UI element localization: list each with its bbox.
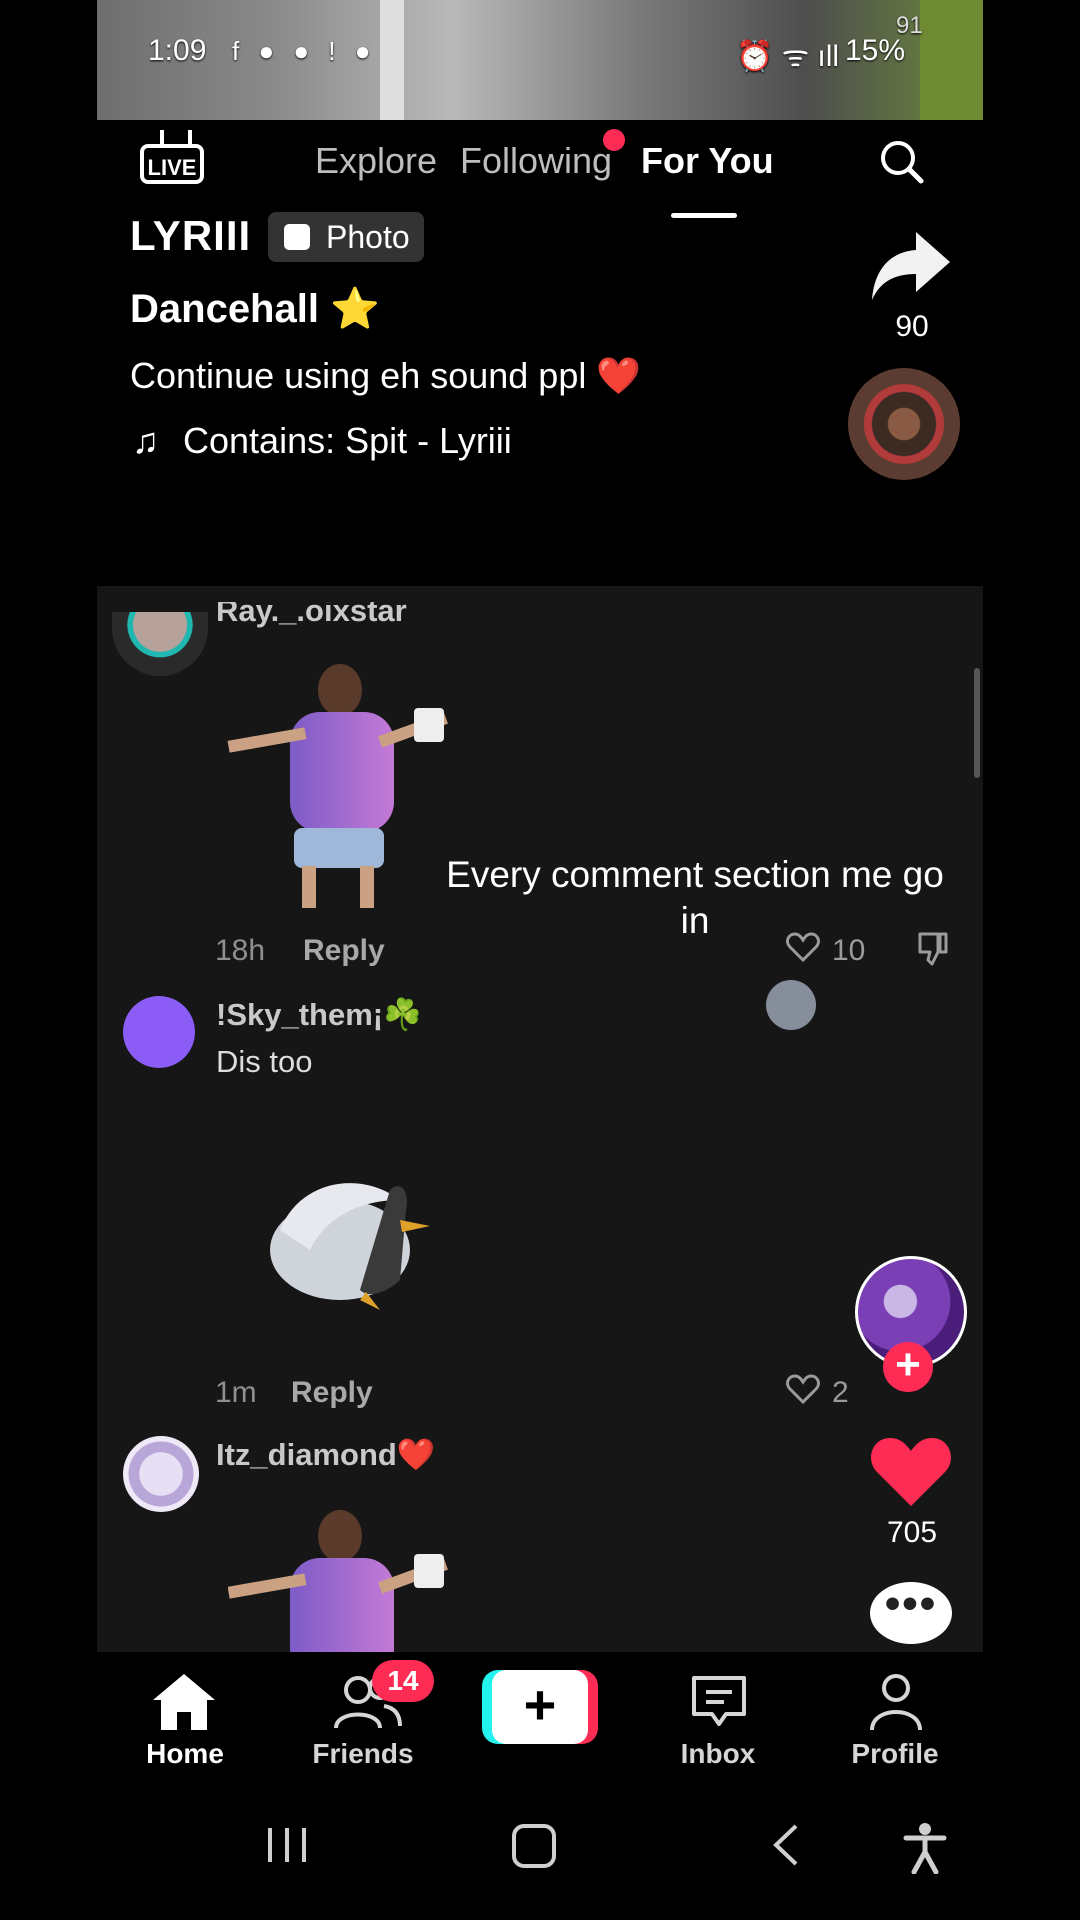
share-count: 90 bbox=[895, 310, 929, 343]
post-title: Dancehall ⭐ bbox=[130, 287, 380, 331]
grass-edge bbox=[920, 0, 983, 120]
nav-profile-label[interactable]: Profile bbox=[825, 1738, 965, 1770]
back-icon[interactable] bbox=[766, 1822, 806, 1868]
seagull-sticker bbox=[270, 1183, 430, 1310]
search-icon[interactable] bbox=[878, 138, 924, 184]
comment-time: 18h bbox=[215, 934, 266, 967]
nav-inbox-label[interactable]: Inbox bbox=[648, 1738, 788, 1770]
comment-username[interactable]: Ray._.oixstar bbox=[216, 602, 407, 632]
reply-button[interactable]: Reply bbox=[291, 1376, 373, 1410]
photo-badge-label: Photo bbox=[326, 219, 410, 255]
tab-for-you[interactable]: For You bbox=[641, 140, 774, 182]
photo-badge: Photo bbox=[268, 212, 424, 262]
plus-icon: + bbox=[492, 1670, 588, 1744]
music-info[interactable]: ♫ Contains: Spit - Lyriii bbox=[132, 420, 512, 462]
recent-apps-icon[interactable] bbox=[262, 1822, 312, 1868]
road-marking bbox=[380, 0, 404, 120]
following-notification-dot bbox=[603, 129, 625, 151]
comment-avatar[interactable] bbox=[123, 1436, 199, 1512]
profile-icon[interactable] bbox=[868, 1672, 924, 1732]
battery-level: 15% bbox=[845, 34, 906, 67]
tab-following[interactable]: Following bbox=[460, 140, 612, 182]
touch-indicator bbox=[766, 980, 816, 1030]
like-count: 705 bbox=[886, 1516, 938, 1549]
music-title: Contains: Spit - Lyriii bbox=[183, 420, 512, 461]
follow-button[interactable]: + bbox=[883, 1342, 933, 1392]
comment-time: 1m bbox=[215, 1376, 257, 1409]
nav-friends-label[interactable]: Friends bbox=[293, 1738, 433, 1770]
dislike-icon[interactable] bbox=[916, 930, 950, 966]
create-button[interactable]: + bbox=[482, 1670, 598, 1744]
post-caption: Continue using eh sound ppl ❤️ bbox=[130, 355, 642, 396]
dancing-man-sticker bbox=[228, 1510, 458, 1652]
overlay-caption: Every comment section me go in bbox=[446, 854, 944, 941]
status-time: 1:09 bbox=[148, 34, 207, 67]
comment-avatar[interactable] bbox=[123, 996, 195, 1068]
accessibility-icon[interactable] bbox=[902, 1822, 948, 1874]
live-button[interactable]: LIVE bbox=[140, 130, 208, 186]
home-icon[interactable] bbox=[151, 1672, 217, 1732]
photo-icon bbox=[284, 224, 310, 250]
comment-text: Dis too bbox=[216, 1044, 313, 1079]
reply-button[interactable]: Reply bbox=[303, 934, 385, 968]
live-label: LIVE bbox=[140, 144, 204, 184]
comments-icon[interactable]: ••• bbox=[870, 1582, 952, 1644]
comment-username[interactable]: Itz_diamond❤️ bbox=[216, 1436, 435, 1473]
friends-badge: 14 bbox=[372, 1660, 434, 1702]
post-author[interactable]: LYRIII bbox=[130, 212, 251, 260]
tab-explore[interactable]: Explore bbox=[315, 140, 437, 182]
dancing-man-sticker bbox=[227, 664, 458, 914]
home-system-icon[interactable] bbox=[510, 1822, 558, 1870]
inbox-icon[interactable] bbox=[690, 1674, 748, 1730]
scrollbar-thumb[interactable] bbox=[974, 668, 980, 778]
music-note-icon: ♫ bbox=[132, 420, 159, 461]
heart-outline-icon[interactable] bbox=[786, 932, 820, 962]
comment-like-count: 2 bbox=[832, 1376, 849, 1409]
heart-outline-icon[interactable] bbox=[786, 1374, 820, 1404]
nav-home-label[interactable]: Home bbox=[115, 1738, 255, 1770]
sound-disc-avatar[interactable] bbox=[848, 368, 960, 480]
like-heart-icon[interactable] bbox=[868, 1434, 954, 1510]
comment-like-count: 10 bbox=[832, 934, 866, 967]
signal-icons: ⏰ ᯤ ıll bbox=[736, 40, 840, 73]
active-tab-indicator bbox=[671, 213, 737, 218]
comment-username[interactable]: !Sky_them¡☘️ bbox=[216, 996, 422, 1033]
share-arrow-icon[interactable] bbox=[868, 228, 954, 304]
notification-icons: f ● ● ! ● bbox=[232, 36, 377, 66]
